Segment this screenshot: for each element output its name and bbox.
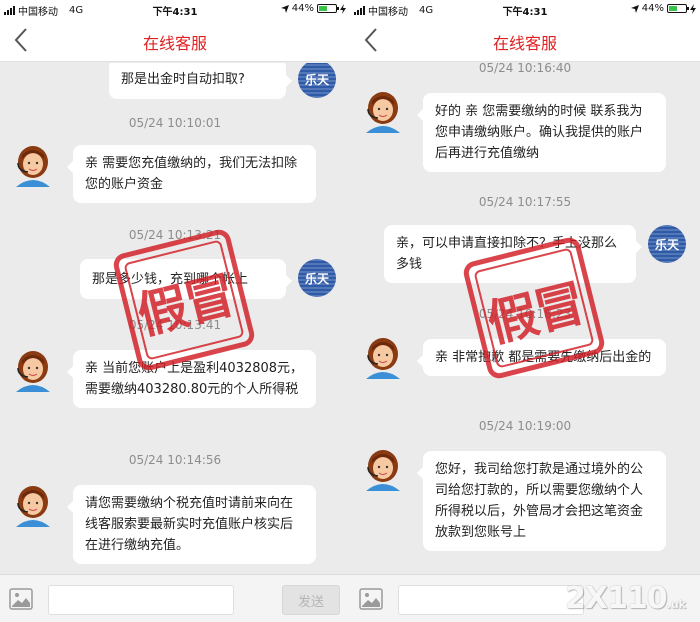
timestamp: 05/24 10:16:40 bbox=[478, 63, 572, 75]
message-text: 亲 非常抱歉 都是需要先缴纳后出金的 bbox=[435, 350, 652, 365]
location-icon bbox=[280, 4, 289, 13]
watermark-logo: 2X110.uk bbox=[565, 581, 686, 616]
message-text: 请您需要缴纳个税充值时请前来向在线客服索要最新实时充值账户核实后在进行缴纳充值。 bbox=[85, 496, 294, 553]
message-text: 亲，可以申请直接扣除不？手上没那么多钱 bbox=[396, 236, 618, 272]
battery-percent: 44% bbox=[291, 3, 314, 14]
charging-icon bbox=[340, 3, 346, 14]
timestamp: 05/24 10:13:41 bbox=[128, 318, 222, 332]
user-avatar: 乐天 bbox=[648, 225, 686, 263]
input-bar: 2X110.uk bbox=[350, 574, 700, 622]
message-input[interactable] bbox=[48, 585, 234, 615]
agent-message: 好的 亲 您需要缴纳的时候 联系我为您申请缴纳账户。确认我提供的账户后再进行充值… bbox=[417, 93, 666, 172]
image-icon[interactable] bbox=[9, 588, 33, 610]
status-right: 44% bbox=[280, 3, 346, 14]
message-text: 那是多少钱，充到哪个帐上 bbox=[92, 272, 249, 287]
timestamp: 05/24 10:19:00 bbox=[478, 419, 572, 433]
input-bar: 发送 bbox=[0, 574, 350, 622]
agent-avatar bbox=[366, 338, 400, 379]
nav-bar: 在线客服 bbox=[350, 18, 700, 62]
agent-message: 您好，我司给您打款是通过境外的公司给您打款的，所以需要您缴纳个人所得税以后，外管… bbox=[417, 451, 666, 551]
agent-message: 亲 非常抱歉 都是需要先缴纳后出金的 bbox=[417, 339, 666, 376]
user-avatar: 乐天 bbox=[298, 259, 336, 297]
timestamp: 05/24 10:10:01 bbox=[128, 116, 222, 130]
image-icon[interactable] bbox=[359, 588, 383, 610]
user-avatar: 乐天 bbox=[298, 63, 336, 98]
timestamp: 05/24 10:13:21 bbox=[128, 228, 222, 242]
message-text: 您好，我司给您打款是通过境外的公司给您打款的，所以需要您缴纳个人所得税以后，外管… bbox=[435, 462, 644, 540]
battery-icon bbox=[317, 4, 339, 13]
agent-avatar bbox=[16, 351, 50, 392]
message-input[interactable] bbox=[398, 585, 584, 615]
agent-message: 亲 需要您充值缴纳的，我们无法扣除您的账户资金 bbox=[67, 145, 316, 203]
timestamp: 05/24 10:18:23 bbox=[478, 307, 572, 321]
message-text: 好的 亲 您需要缴纳的时候 联系我为您申请缴纳账户。确认我提供的账户后再进行充值… bbox=[435, 104, 644, 161]
agent-avatar bbox=[366, 92, 400, 133]
message-text: 那是出金时自动扣取? bbox=[121, 72, 245, 87]
status-bar: 中国移动 4G 下午4:31 44% bbox=[0, 0, 350, 18]
agent-avatar bbox=[366, 450, 400, 491]
user-message: 那是多少钱，充到哪个帐上 bbox=[80, 259, 292, 299]
page-title: 在线客服 bbox=[142, 34, 207, 53]
agent-avatar bbox=[16, 146, 50, 187]
user-message: 亲，可以申请直接扣除不？手上没那么多钱 bbox=[384, 225, 642, 283]
chat-area[interactable]: 05/24 10:16:40 好的 亲 您需要缴纳的时候 联系我为您申请缴纳账户… bbox=[350, 63, 700, 574]
timestamp: 05/24 10:17:55 bbox=[478, 195, 572, 209]
nav-bar: 在线客服 bbox=[0, 18, 350, 62]
message-text: 亲 当前您账户上是盈利4032808元，需要缴纳403280.80元的个人所得税 bbox=[85, 361, 304, 397]
battery-percent: 44% bbox=[641, 3, 664, 14]
charging-icon bbox=[690, 3, 696, 14]
agent-message: 请您需要缴纳个税充值时请前来向在线客服索要最新实时充值账户核实后在进行缴纳充值。 bbox=[67, 485, 316, 564]
user-message: 那是出金时自动扣取? bbox=[109, 63, 292, 99]
message-text: 亲 需要您充值缴纳的，我们无法扣除您的账户资金 bbox=[85, 156, 298, 192]
location-icon bbox=[630, 4, 639, 13]
chat-screen-right: 中国移动 4G 下午4:31 44% 在线客服 05/24 10:16:40 好… bbox=[350, 0, 700, 622]
chat-area[interactable]: 那是出金时自动扣取? 乐天 05/24 10:10:01 亲 需要您充值缴纳的，… bbox=[0, 63, 350, 574]
status-right: 44% bbox=[630, 3, 696, 14]
chat-screen-left: 中国移动 4G 下午4:31 44% 在线客服 那是出金时自动扣取? 乐天 05… bbox=[0, 0, 350, 622]
status-bar: 中国移动 4G 下午4:31 44% bbox=[350, 0, 700, 18]
agent-message: 亲 当前您账户上是盈利4032808元，需要缴纳403280.80元的个人所得税 bbox=[67, 350, 316, 408]
send-button[interactable]: 发送 bbox=[282, 585, 340, 615]
battery-icon bbox=[667, 4, 689, 13]
timestamp: 05/24 10:14:56 bbox=[128, 453, 222, 467]
page-title: 在线客服 bbox=[492, 34, 557, 53]
agent-avatar bbox=[16, 486, 50, 527]
